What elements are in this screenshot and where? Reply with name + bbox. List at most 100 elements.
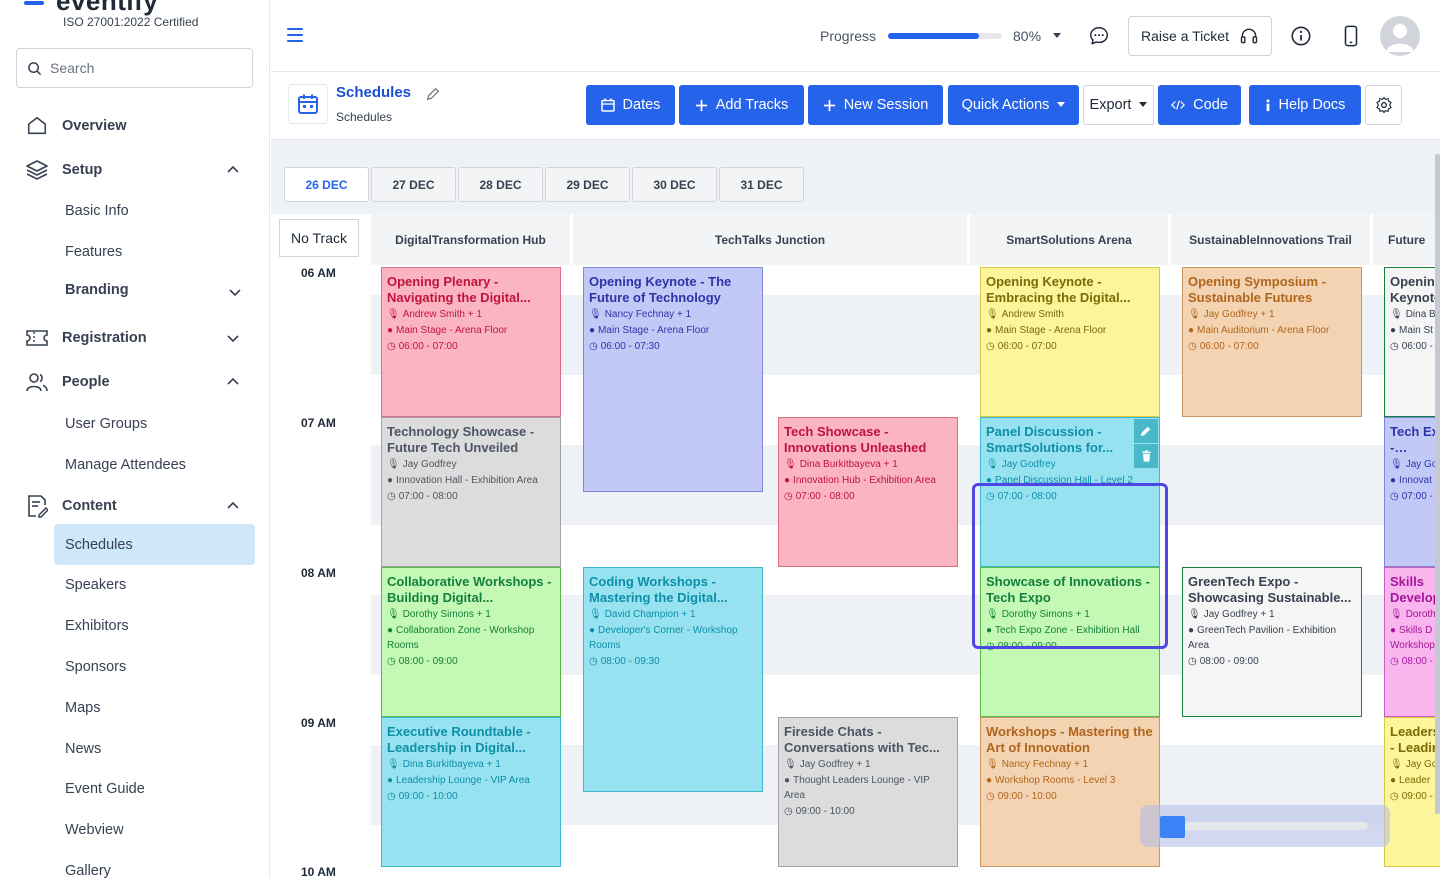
session-speaker-text: Jay Godfrey + 1: [1203, 309, 1275, 320]
nav-branding[interactable]: Branding: [65, 282, 241, 298]
chat-icon[interactable]: [1087, 24, 1111, 48]
session-card[interactable]: Leadership - Leading🎙Jay Go●Leader◷09:00…: [1384, 717, 1440, 867]
help-docs-button[interactable]: Help Docs: [1249, 85, 1361, 125]
session-card[interactable]: Opening Symposium - Sustainable Futures 🎙…: [1182, 267, 1362, 417]
code-button[interactable]: Code: [1158, 85, 1241, 125]
session-location: ● Main Auditorium - Arena Floor: [1188, 323, 1356, 338]
nav-overview[interactable]: Overview: [24, 113, 127, 139]
chevron-down-icon[interactable]: [226, 331, 240, 345]
search-icon: [28, 61, 42, 75]
chevron-up-icon[interactable]: [226, 499, 240, 513]
session-card[interactable]: Coding Workshops - Mastering the Digital…: [583, 567, 763, 792]
clock-icon: ◷: [387, 791, 396, 802]
session-speaker: 🎙 Nancy Fechnay + 1: [986, 757, 1154, 772]
session-time-text: 06:00 - 07:00: [1199, 341, 1259, 352]
session-speaker-text: Jay Go: [1405, 759, 1438, 770]
no-track-button[interactable]: No Track: [279, 219, 359, 257]
add-tracks-button-label: Add Tracks: [715, 97, 789, 113]
clock-icon: ◷: [387, 491, 396, 502]
session-card[interactable]: Opening Keynote - The Future of Technolo…: [583, 267, 763, 492]
session-time: ◷ 06:00 - 07:00: [387, 339, 555, 354]
nav-maps[interactable]: Maps: [65, 700, 100, 716]
track-header-4[interactable]: SustainableInnovations Trail: [1171, 214, 1370, 265]
nav-gallery[interactable]: Gallery: [65, 863, 111, 878]
add-tracks-button[interactable]: Add Tracks: [679, 85, 804, 125]
dates-button-label: Dates: [622, 97, 661, 113]
document-edit-icon: [24, 493, 50, 519]
session-location-text: GreenTech Pavilion - Exhibition Area: [1188, 625, 1337, 651]
new-session-button[interactable]: New Session: [808, 85, 943, 125]
track-header-2[interactable]: TechTalks Junction: [573, 214, 967, 265]
session-card[interactable]: Fireside Chats - Conversations with Tec.…: [778, 717, 958, 867]
session-title: Tech Showcase - Innovations Unleashed: [784, 424, 927, 455]
clock-icon: ◷: [589, 341, 598, 352]
date-tab-5[interactable]: 30 DEC: [632, 167, 717, 202]
nav-exhibitors[interactable]: Exhibitors: [65, 618, 129, 634]
chevron-up-icon[interactable]: [226, 375, 240, 389]
nav-event-guide[interactable]: Event Guide: [65, 781, 145, 797]
track-header-3[interactable]: SmartSolutions Arena: [970, 214, 1168, 265]
nav-manage-attendees[interactable]: Manage Attendees: [65, 457, 186, 473]
date-tab-1[interactable]: 26 DEC: [284, 167, 369, 202]
session-card[interactable]: Opening Keynote - Shaping🎙Dina Bu●Main S…: [1384, 267, 1440, 417]
dates-button[interactable]: Dates: [586, 85, 675, 125]
session-card[interactable]: Executive Roundtable - Leadership in Dig…: [381, 717, 561, 867]
session-speaker: 🎙 Dina Burkitbayeva + 1: [387, 757, 555, 772]
edit-title-icon[interactable]: [426, 87, 440, 101]
session-card[interactable]: Technology Showcase - Future Tech Unveil…: [381, 417, 561, 567]
session-card[interactable]: Opening Keynote - Embracing the Digital.…: [980, 267, 1160, 417]
nav-sponsors[interactable]: Sponsors: [65, 659, 126, 675]
caret-down-icon[interactable]: [1052, 32, 1062, 40]
info-icon[interactable]: [1289, 24, 1313, 48]
microphone-icon: 🎙: [986, 759, 999, 770]
horizontal-scrollbar[interactable]: [1140, 805, 1390, 847]
brand-logo[interactable]: eventify: [24, 0, 158, 16]
quick-actions-button[interactable]: Quick Actions: [948, 85, 1079, 125]
edit-session-button[interactable]: [1134, 419, 1158, 443]
chevron-up-icon[interactable]: [226, 163, 240, 177]
time-label: 07 AM: [301, 416, 336, 430]
nav-webview[interactable]: Webview: [65, 822, 124, 838]
date-tab-6[interactable]: 31 DEC: [719, 167, 804, 202]
vertical-scrollbar[interactable]: [1435, 154, 1440, 814]
track-header-1[interactable]: DigitalTransformation Hub: [371, 214, 570, 265]
date-tab-2[interactable]: 27 DEC: [371, 167, 456, 202]
scroll-thumb[interactable]: [1160, 816, 1185, 838]
sidebar: eventify ISO 27001:2022 Certified Search…: [0, 0, 270, 878]
code-button-label: Code: [1193, 97, 1228, 113]
session-card[interactable]: Skills Development Workshop🎙Doroth●Skill…: [1384, 567, 1440, 717]
nav-basic-info[interactable]: Basic Info: [65, 203, 129, 219]
session-card[interactable]: Collaborative Workshops - Building Digit…: [381, 567, 561, 717]
session-card[interactable]: Opening Plenary - Navigating the Digital…: [381, 267, 561, 417]
headset-icon: [1240, 28, 1258, 44]
session-card[interactable]: GreenTech Expo - Showcasing Sustainable.…: [1182, 567, 1362, 717]
chevron-down-icon[interactable]: [228, 285, 242, 299]
nav-registration[interactable]: Registration: [24, 325, 239, 351]
date-tab-4[interactable]: 29 DEC: [545, 167, 630, 202]
delete-session-button[interactable]: [1134, 444, 1158, 468]
nav-setup[interactable]: Setup: [24, 157, 239, 183]
session-speaker-text: Jay Godfrey + 1: [1203, 609, 1275, 620]
raise-ticket-button[interactable]: Raise a Ticket: [1128, 16, 1272, 56]
session-location: ● Main Stage - Arena Floor: [986, 323, 1154, 338]
export-button[interactable]: Export: [1083, 85, 1154, 125]
nav-news[interactable]: News: [65, 741, 101, 757]
date-tab-3[interactable]: 28 DEC: [458, 167, 543, 202]
ticket-icon: [24, 325, 50, 351]
settings-button[interactable]: [1365, 85, 1402, 125]
hamburger-menu-icon[interactable]: [287, 28, 303, 44]
nav-people[interactable]: People: [24, 369, 239, 395]
nav-schedules[interactable]: Schedules: [65, 537, 133, 553]
mobile-preview-icon[interactable]: [1339, 24, 1363, 48]
session-speaker-text: Jay Godfrey: [402, 459, 457, 470]
nav-user-groups[interactable]: User Groups: [65, 416, 147, 432]
session-card[interactable]: Tech Showcase - Innovations Unleashed 🎙 Di…: [778, 417, 958, 567]
nav-features[interactable]: Features: [65, 244, 122, 260]
nav-content[interactable]: Content: [24, 493, 239, 519]
avatar[interactable]: [1380, 16, 1420, 56]
nav-speakers[interactable]: Speakers: [65, 577, 126, 593]
track-header-5[interactable]: Future: [1373, 214, 1440, 265]
session-card[interactable]: Tech Expo - Workforce🎙Jay Go●Innovat◷07:…: [1384, 417, 1440, 567]
session-card[interactable]: Workshops - Mastering the Art of Innovat…: [980, 717, 1160, 867]
search-input[interactable]: Search: [16, 48, 253, 88]
